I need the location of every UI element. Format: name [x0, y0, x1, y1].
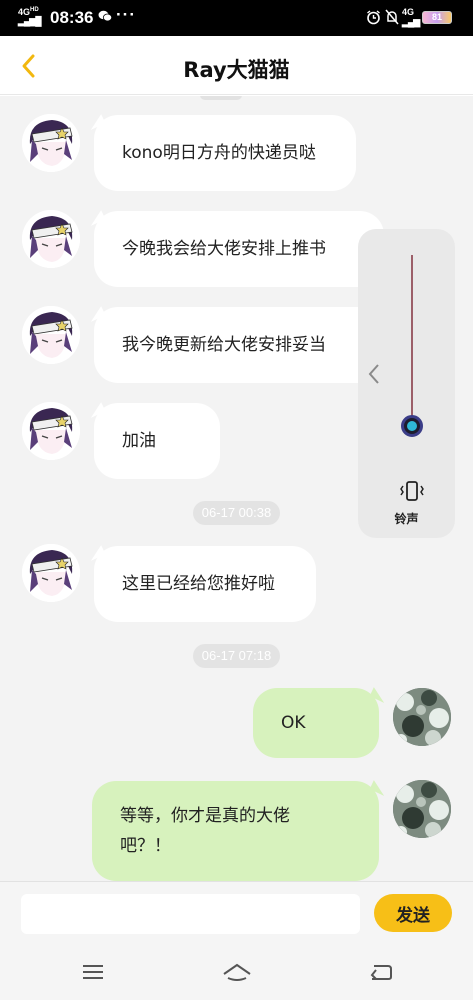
contact-avatar[interactable] [22, 210, 80, 268]
vibrate-icon[interactable] [399, 480, 425, 502]
signal-bars-icon: ▂▄▆█ [18, 16, 42, 26]
clock: 08:36 [50, 8, 94, 27]
my-message-bubble[interactable]: OK [253, 688, 379, 758]
clipped-timestamp [200, 96, 242, 100]
contact-avatar[interactable] [22, 306, 80, 364]
message-text: kono明日方舟的快递员哒 [122, 143, 316, 163]
message-text: 今晚我会给大佬安排上推书 [122, 239, 326, 259]
ringer-mode-label: 铃声 [394, 512, 419, 526]
system-nav-bar [0, 944, 473, 1000]
timestamp: 06-17 00:38 [193, 501, 280, 525]
message-input-bar: 发送 [0, 881, 473, 944]
chat-title: Ray大猫猫 [183, 58, 290, 82]
network-indicator: 4GHD ▂▄▆█ [18, 6, 42, 26]
signal-right-icon: ▂▄▆ [402, 17, 420, 27]
contact-avatar[interactable] [22, 114, 80, 172]
mute-bell-icon [385, 9, 399, 25]
message-bubble[interactable]: 今晚我会给大佬安排上推书 [94, 211, 384, 287]
message-text-line: 吧？！ [120, 836, 171, 856]
status-bar: 4GHD ▂▄▆█ 08:36 ··· 4G ▂▄▆ 81 [0, 0, 473, 36]
volume-slider-handle[interactable] [401, 415, 423, 437]
message-bubble[interactable]: kono明日方舟的快递员哒 [94, 115, 356, 191]
message-bubble[interactable]: 加油 [94, 403, 220, 479]
message-text: 我今晚更新给大佬安排妥当 [122, 335, 326, 355]
more-notifications-icon: ··· [116, 5, 136, 24]
message-text-block: 等等，你才是真的大佬 吧？！ [120, 801, 290, 861]
timestamp: 06-17 07:18 [193, 644, 280, 668]
message-text: 这里已经给您推好啦 [122, 574, 275, 594]
menu-icon[interactable] [80, 960, 106, 984]
battery-indicator: 81 [422, 11, 452, 24]
message-bubble[interactable]: 这里已经给您推好啦 [94, 546, 316, 622]
volume-panel: 铃声 [358, 229, 455, 538]
message-text: OK [281, 713, 306, 733]
message-bubble[interactable]: 我今晚更新给大佬安排妥当 [94, 307, 384, 383]
chat-header: Ray大猫猫 [0, 36, 473, 95]
back-icon[interactable] [368, 960, 394, 984]
send-button[interactable]: 发送 [374, 894, 452, 932]
my-avatar[interactable] [393, 688, 451, 746]
message-text-line: 等等，你才是真的大佬 [120, 806, 290, 826]
volume-slider-track[interactable] [411, 255, 413, 435]
wechat-icon [98, 10, 112, 22]
network-right-label: 4G [402, 7, 415, 17]
chevron-left-icon[interactable] [366, 362, 382, 386]
alarm-icon [367, 10, 380, 25]
contact-avatar[interactable] [22, 544, 80, 602]
my-message-bubble[interactable]: 等等，你才是真的大佬 吧？！ [92, 781, 379, 881]
my-avatar[interactable] [393, 780, 451, 838]
message-text: 加油 [122, 431, 156, 451]
message-input[interactable] [21, 894, 360, 934]
network-type-right: 4G ▂▄▆ [402, 7, 420, 28]
home-icon[interactable] [222, 960, 252, 984]
contact-avatar[interactable] [22, 402, 80, 460]
network-sub: HD [30, 7, 39, 13]
